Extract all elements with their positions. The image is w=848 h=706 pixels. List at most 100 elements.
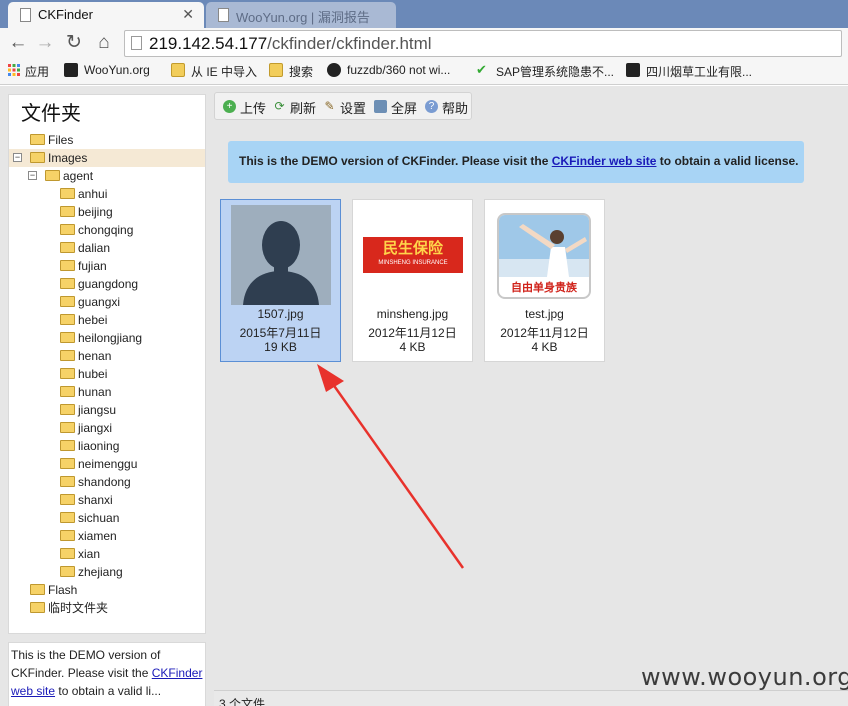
folder-images[interactable]: − Images [9, 149, 205, 167]
folder-label: zhejiang [78, 565, 123, 579]
test-thumbnail: 自由单身贵族 [497, 213, 591, 299]
settings-label: 设置 [340, 101, 367, 116]
upload-button[interactable]: + 上传 [223, 98, 266, 117]
ckfinder-toolbar: + 上传 ⟳ 刷新 ✎ 设置 全屏 ? 帮助 [214, 92, 472, 120]
collapse-icon[interactable]: − [28, 171, 37, 180]
banner-ckfinder-link[interactable]: CKFinder web site [552, 154, 657, 168]
folder-icon [60, 350, 75, 361]
folder-icon [60, 368, 75, 379]
fullscreen-button[interactable]: 全屏 [374, 98, 417, 117]
tab-ckfinder[interactable]: CKFinder ✕ [8, 2, 204, 28]
bookmark-label: 从 IE 中导入 [191, 65, 258, 79]
folder-icon [60, 188, 75, 199]
banner-text: This is the DEMO version of CKFinder. Pl… [239, 154, 549, 168]
fullscreen-label: 全屏 [391, 101, 418, 116]
file-item-minsheng[interactable]: 民生保险 MINSHENG INSURANCE minsheng.jpg 201… [352, 199, 473, 362]
folder-chongqing[interactable]: chongqing [9, 221, 205, 239]
settings-button[interactable]: ✎ 设置 [323, 98, 366, 117]
apps-grid-icon [7, 63, 21, 77]
tab-title: CKFinder [38, 7, 93, 22]
url-host: 219.142.54.177 [149, 34, 268, 53]
folder-label: Files [48, 133, 74, 147]
watermark: www.wooyun.org [641, 663, 848, 691]
folder-guangxi[interactable]: guangxi [9, 293, 205, 311]
file-item-test[interactable]: 自由单身贵族 test.jpg 2012年11月12日 4 KB [484, 199, 605, 362]
bookmark-search[interactable]: 搜索 [269, 63, 313, 80]
folder-tree: Files − Images − agent anhui beijing chongqing d… [9, 131, 205, 617]
folder-files[interactable]: Files [9, 131, 205, 149]
forward-icon[interactable]: → [33, 31, 57, 55]
folder-beijing[interactable]: beijing [9, 203, 205, 221]
folder-sichuan[interactable]: sichuan [9, 509, 205, 527]
bookmark-apps[interactable]: 应用 [7, 63, 49, 80]
folder-临时文件夹[interactable]: 临时文件夹 [9, 599, 205, 617]
reload-icon[interactable]: ↻ [62, 31, 86, 55]
folder-label: henan [78, 349, 112, 363]
bookmark-sap[interactable]: ✔ SAP管理系统隐患不... [476, 63, 614, 80]
folder-xian[interactable]: xian [9, 545, 205, 563]
folder-icon [60, 260, 75, 271]
folder-heilongjiang[interactable]: heilongjiang [9, 329, 205, 347]
help-label: 帮助 [442, 101, 469, 116]
folder-xiamen[interactable]: xiamen [9, 527, 205, 545]
folder-label: liaoning [78, 439, 120, 453]
folder-label: hebei [78, 313, 108, 327]
folder-shandong[interactable]: shandong [9, 473, 205, 491]
folder-dalian[interactable]: dalian [9, 239, 205, 257]
tab-background[interactable]: WooYun.org | 漏洞报告 [206, 2, 396, 28]
folder-icon [60, 332, 75, 343]
back-icon[interactable]: ← [6, 31, 30, 55]
folder-guangdong[interactable]: guangdong [9, 275, 205, 293]
thumb-logo-text: 民生保险 [382, 239, 443, 257]
folder-label: anhui [78, 187, 108, 201]
folder-henan[interactable]: henan [9, 347, 205, 365]
file-size: 4 KB [531, 340, 558, 354]
folder-label: dalian [78, 241, 111, 255]
folder-jiangsu[interactable]: jiangsu [9, 401, 205, 419]
home-icon[interactable]: ⌂ [92, 31, 116, 55]
folder-fujian[interactable]: fujian [9, 257, 205, 275]
folder-agent[interactable]: − agent [9, 167, 205, 185]
thumb-caption: 自由单身贵族 [511, 282, 577, 294]
folder-icon [60, 512, 75, 523]
refresh-button[interactable]: ⟳ 刷新 [273, 98, 316, 117]
file-date: 2012年11月12日 [500, 326, 589, 340]
tab-title-background: WooYun.org | 漏洞报告 [236, 10, 370, 25]
folder-neimenggu[interactable]: neimenggu [9, 455, 205, 473]
folder-shanxi[interactable]: shanxi [9, 491, 205, 509]
page-icon [20, 8, 31, 22]
demo-license-banner: This is the DEMO version of CKFinder. Pl… [228, 141, 804, 183]
folder-icon [60, 296, 75, 307]
folder-label: xiamen [78, 529, 117, 543]
bookmark-sichuan[interactable]: 四川烟草工业有限... [626, 63, 752, 80]
file-size: 19 KB [264, 340, 297, 354]
folder-hunan[interactable]: hunan [9, 383, 205, 401]
folder-icon [60, 404, 75, 415]
folder-label: guangdong [78, 277, 139, 291]
refresh-icon: ⟳ [274, 99, 285, 113]
folder-icon [30, 602, 45, 613]
folder-flash[interactable]: Flash [9, 581, 205, 599]
folder-liaoning[interactable]: liaoning [9, 437, 205, 455]
folder-zhejiang[interactable]: zhejiang [9, 563, 205, 581]
sidebar-demo-notice: This is the DEMO version of CKFinder. Pl… [8, 642, 206, 706]
help-icon: ? [425, 100, 438, 113]
folder-hebei[interactable]: hebei [9, 311, 205, 329]
bookmark-wooyun[interactable]: WooYun.org [64, 63, 150, 77]
folder-anhui[interactable]: anhui [9, 185, 205, 203]
folder-label: agent [63, 169, 94, 183]
file-item-1507[interactable]: 1507.jpg 2015年7月11日 19 KB [220, 199, 341, 362]
ckfinder-app: 文件夹 Files − Images − agent anhui beijing chongq… [0, 86, 848, 706]
folder-icon [60, 458, 75, 469]
address-bar[interactable]: 219.142.54.177/ckfinder/ckfinder.html [124, 30, 842, 57]
collapse-icon[interactable]: − [13, 153, 22, 162]
bookmark-fuzzdb[interactable]: fuzzdb/360 not wi... [327, 63, 450, 77]
folder-hubei[interactable]: hubei [9, 365, 205, 383]
folder-icon [30, 134, 45, 145]
bookmark-ie-import[interactable]: 从 IE 中导入 [171, 63, 257, 80]
close-tab-icon[interactable]: ✕ [182, 6, 194, 23]
folder-label: jiangsu [78, 403, 117, 417]
folder-jiangxi[interactable]: jiangxi [9, 419, 205, 437]
help-button[interactable]: ? 帮助 [425, 98, 468, 117]
folder-icon [60, 386, 75, 397]
